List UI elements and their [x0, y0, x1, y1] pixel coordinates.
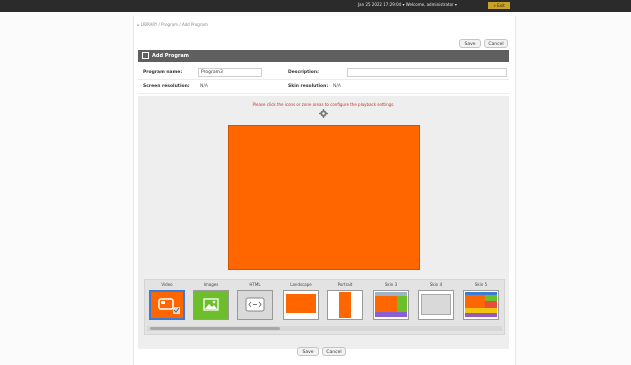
skin-5-side-zone-bottom [485, 301, 497, 308]
save-button-bottom[interactable]: Save [297, 347, 319, 356]
screen-resolution-value: N/A [200, 84, 208, 89]
template-images[interactable] [193, 290, 229, 320]
template-skin-5[interactable] [463, 290, 499, 320]
template-skin-3[interactable] [373, 290, 409, 320]
template-label-landscape: Landscape [290, 282, 312, 287]
form-row-name: Program name: Program3 Description: [138, 66, 509, 80]
cancel-button-bottom[interactable]: Cancel [322, 347, 346, 356]
program-name-label: Program name: [143, 70, 183, 75]
skin-4-layout [421, 294, 451, 315]
horizontal-scrollbar[interactable] [147, 326, 502, 331]
template-label-skin-3: Skin 3 [384, 282, 398, 287]
template-html[interactable] [237, 290, 273, 320]
layout-editor: Please click the icons or zone areas to … [138, 96, 509, 349]
skin-3-ticker-zone [375, 312, 407, 317]
session-status[interactable]: Jan 25 2022 17:29:04 ▾ Welcome, administ… [358, 2, 457, 7]
main-content: ⌂ LIBRARY / Program / Add Program Save C… [133, 16, 516, 365]
template-label-html: HTML [249, 282, 261, 287]
skin-5-footer-zone [465, 313, 497, 317]
instruction-text: Please click the icons or zone areas to … [252, 102, 395, 107]
breadcrumb[interactable]: ⌂ LIBRARY / Program / Add Program [137, 22, 208, 27]
settings-icon[interactable] [319, 109, 328, 118]
landscape-layout [286, 294, 316, 313]
panel-title: Add Program [152, 53, 189, 59]
skin-3-side-zone [397, 296, 407, 312]
film-icon [158, 298, 180, 314]
cancel-button-top[interactable]: Cancel [484, 39, 508, 48]
template-skin-4[interactable] [418, 290, 454, 320]
skin-resolution-label: Skin resolution: [288, 84, 329, 89]
skin-5-main-zone [465, 295, 485, 308]
skin-3-main-zone [375, 296, 397, 312]
screen-resolution-label: Screen resolution: [143, 84, 190, 89]
template-label-portrait: Portrait [337, 282, 353, 287]
form-row-resolution: Screen resolution: N/A Skin resolution: … [138, 80, 509, 94]
panel-header: Add Program [138, 50, 509, 62]
template-portrait[interactable] [327, 290, 363, 320]
template-label-video: Video [161, 282, 173, 287]
description-label: Description: [288, 70, 319, 75]
scrollbar-thumb[interactable] [150, 327, 280, 330]
skin-resolution-value: N/A [333, 84, 341, 89]
portrait-layout [339, 292, 351, 318]
program-name-input[interactable]: Program3 [198, 68, 262, 77]
description-input[interactable] [347, 68, 507, 77]
html-icon [245, 297, 265, 312]
logout-button[interactable]: » Exit [488, 2, 510, 9]
template-landscape[interactable] [283, 290, 319, 320]
template-label-images: Images [203, 282, 219, 287]
edit-icon [142, 52, 149, 59]
save-button-top[interactable]: Save [459, 39, 481, 48]
template-label-skin-4: Skin 4 [429, 282, 443, 287]
top-bar: Jan 25 2022 17:29:04 ▾ Welcome, administ… [0, 0, 631, 12]
template-label-skin-5: Skin 5 [474, 282, 488, 287]
template-strip: Video Images HTML Landscape Portrait Ski… [144, 279, 505, 335]
image-icon [203, 298, 219, 311]
template-video[interactable] [149, 290, 185, 320]
layout-zone-canvas[interactable] [228, 125, 420, 270]
